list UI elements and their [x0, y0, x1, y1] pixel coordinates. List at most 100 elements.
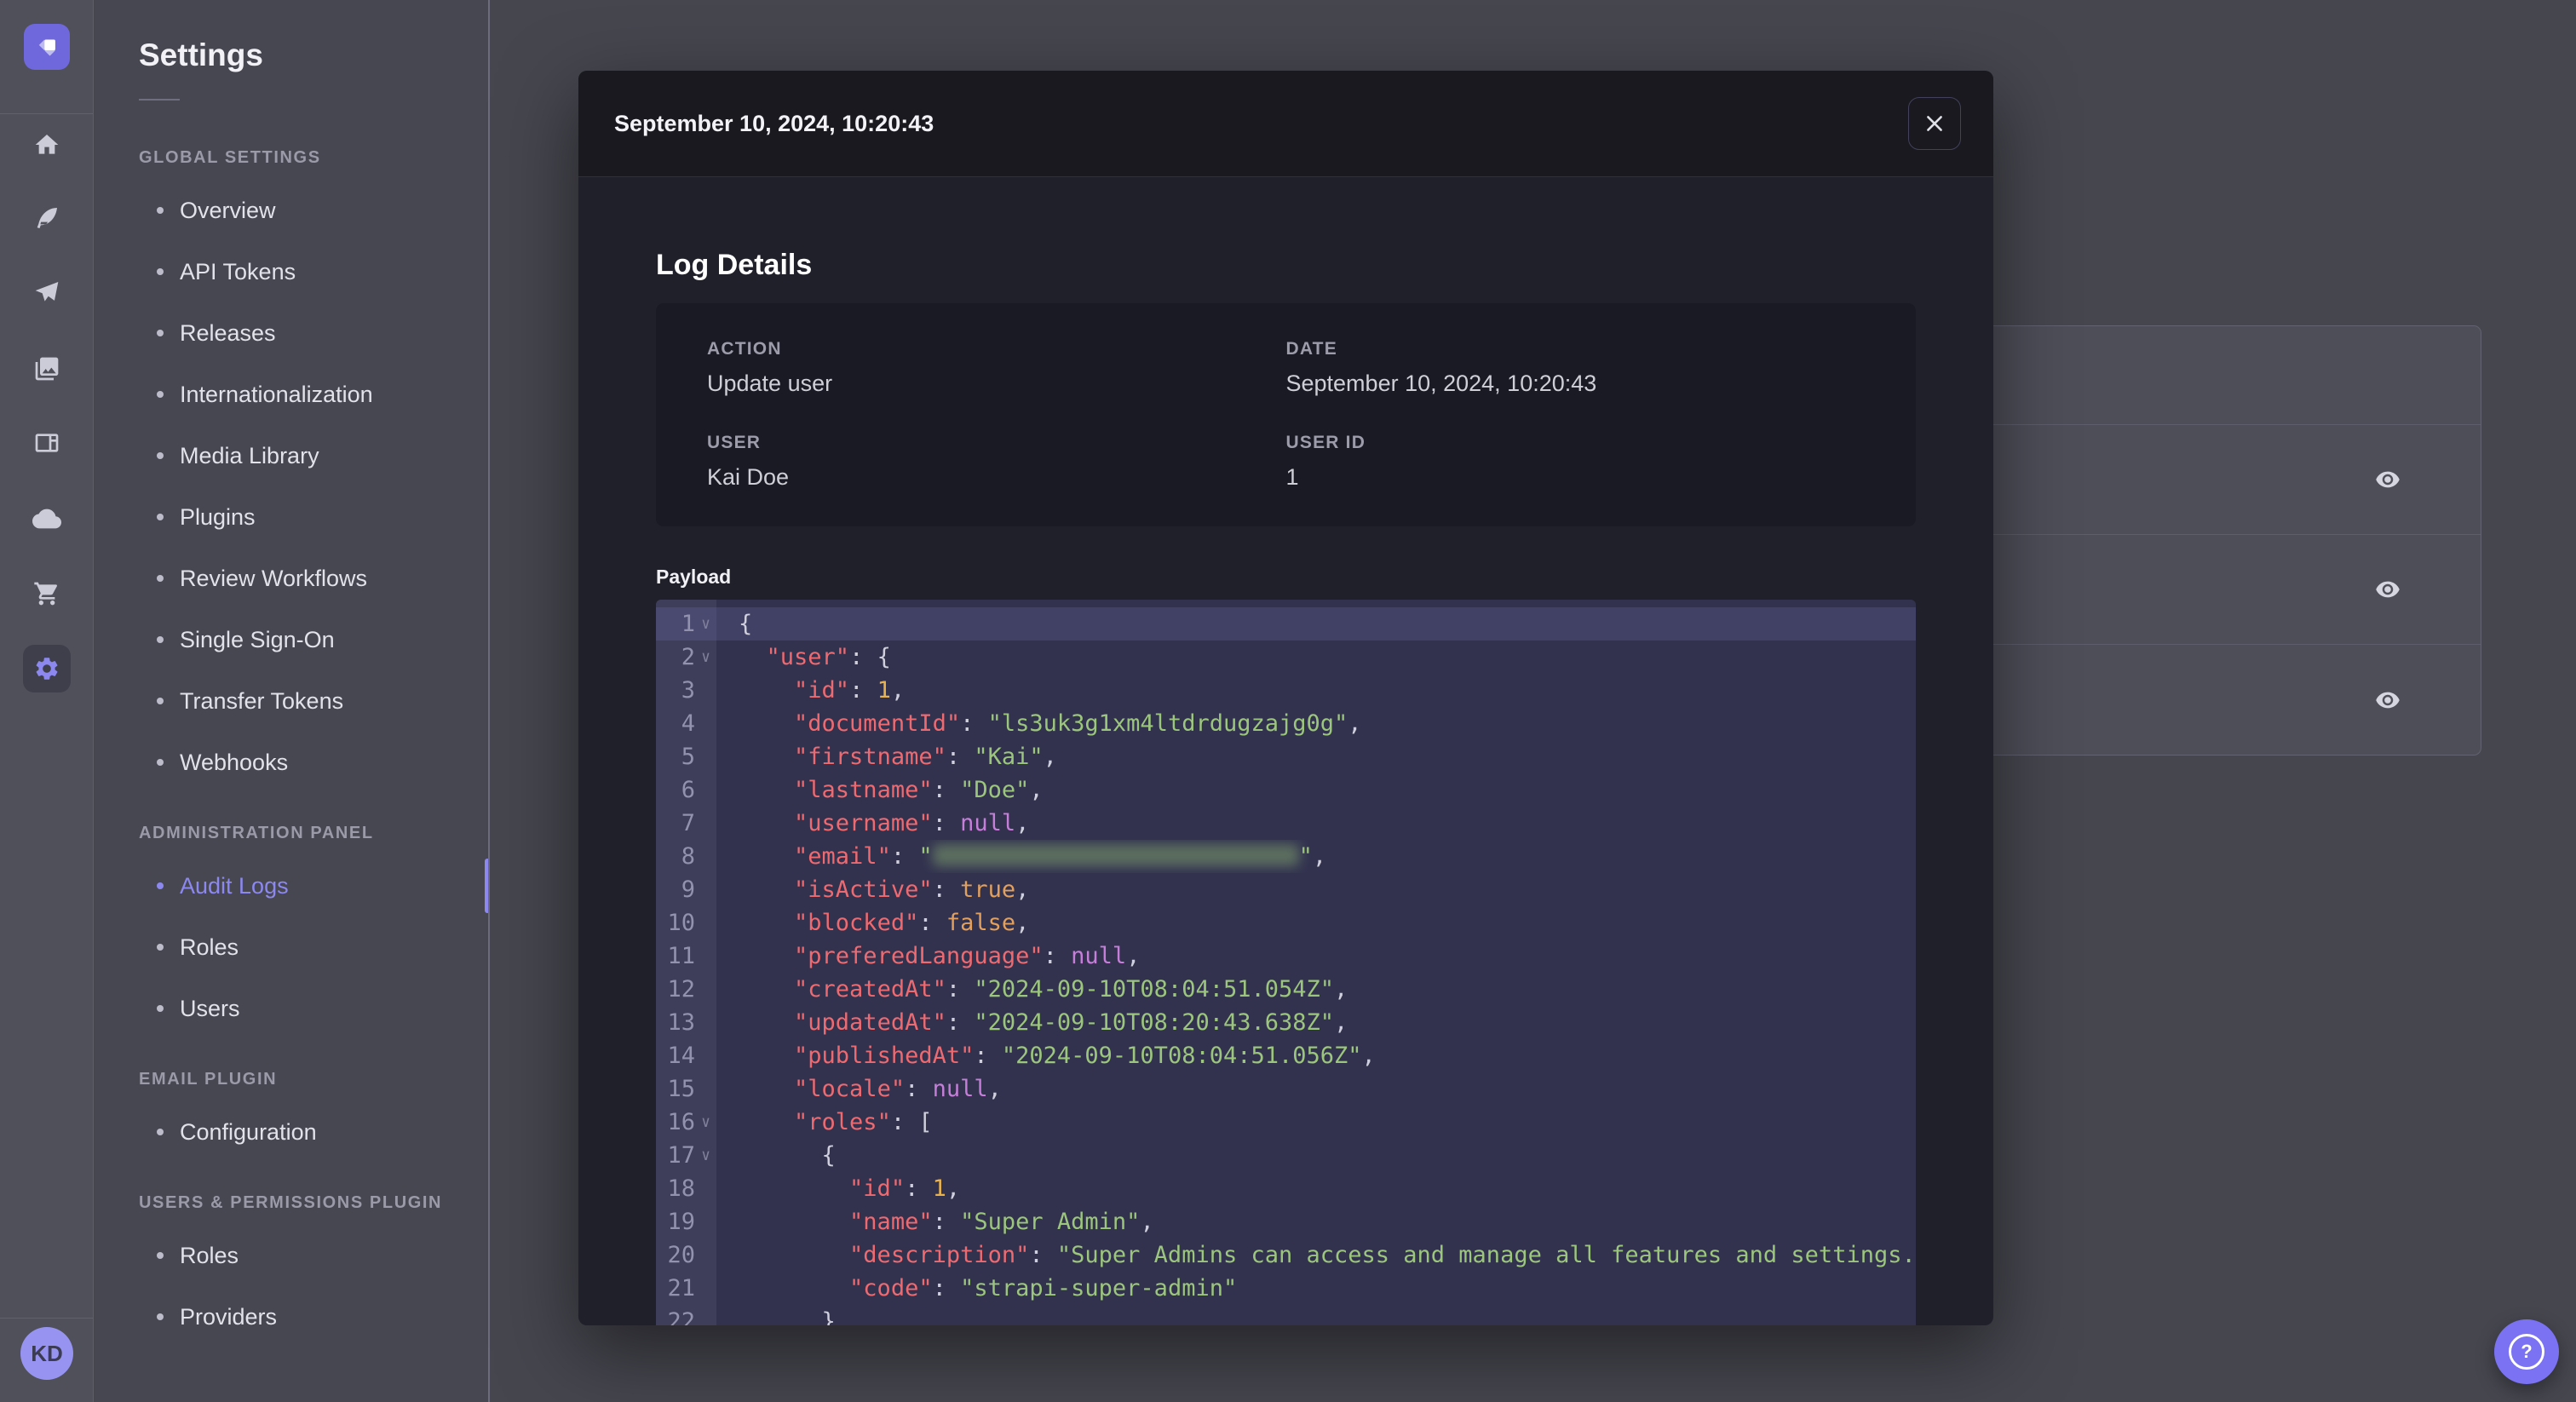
modal-header: September 10, 2024, 10:20:43 [578, 71, 1993, 177]
code-text: "publishedAt": "2024-09-10T08:04:51.056Z… [716, 1039, 1916, 1072]
token-s: "2024-09-10T08:20:43.638Z" [974, 1009, 1334, 1036]
code-line[interactable]: 7 "username": null, [656, 807, 1916, 840]
code-line[interactable]: 8 "email": " ", [656, 840, 1916, 873]
gutter-cell: 4 [656, 707, 716, 740]
sidebar-item-users[interactable]: Users [95, 978, 488, 1039]
sidebar-item-review-workflows[interactable]: Review Workflows [95, 548, 488, 609]
token-s: "Kai" [974, 744, 1044, 770]
code-line[interactable]: 10 "blocked": false, [656, 906, 1916, 939]
sidebar-item-releases[interactable]: Releases [95, 302, 488, 364]
code-line[interactable]: 1 ∨ { [656, 607, 1916, 641]
code-line[interactable]: 22 } [656, 1305, 1916, 1325]
chevron-down-icon[interactable]: ∨ [695, 1139, 716, 1172]
sidebar-item-internationalization[interactable]: Internationalization [95, 364, 488, 425]
code-line[interactable]: 6 "lastname": "Doe", [656, 773, 1916, 807]
gutter-cell: 15 [656, 1072, 716, 1106]
sidebar-item-transfer-tokens[interactable]: Transfer Tokens [95, 670, 488, 732]
home-icon[interactable] [23, 121, 71, 169]
payload-code-viewer[interactable]: 1 ∨ {2 ∨ "user": {3 "id": 1, 4 "documentId":… [656, 600, 1916, 1325]
sidebar-item-api-tokens[interactable]: API Tokens [95, 241, 488, 302]
sidebar-item-label: Internationalization [180, 381, 373, 407]
sidebar-item-roles[interactable]: Roles [95, 916, 488, 978]
nav-section-label: ADMINISTRATION PANEL [139, 824, 374, 842]
sidebar-item-label: Single Sign-On [180, 626, 335, 652]
token-p: : [946, 744, 975, 770]
view-log-button[interactable] [2368, 681, 2407, 720]
title-divider [139, 99, 180, 101]
sidebar-item-webhooks[interactable]: Webhooks [95, 732, 488, 793]
field-value: 1 [1285, 464, 1299, 490]
cloud-icon[interactable] [23, 495, 71, 543]
feather-icon[interactable] [23, 194, 71, 242]
token-p: } [739, 1308, 836, 1325]
code-text: "id": 1, [716, 674, 1916, 707]
view-log-button[interactable] [2368, 460, 2407, 499]
nav-section-label: GLOBAL SETTINGS [139, 148, 321, 167]
code-line[interactable]: 19 "name": "Super Admin", [656, 1205, 1916, 1238]
nav-items: Configuration [95, 1101, 488, 1163]
paper-plane-icon[interactable] [23, 268, 71, 316]
sidebar-item-label: Configuration [180, 1118, 317, 1145]
code-line[interactable]: 13 "updatedAt": "2024-09-10T08:20:43.638… [656, 1006, 1916, 1039]
bullet-icon [157, 452, 164, 459]
view-log-button[interactable] [2368, 570, 2407, 609]
nav-section: USERS & PERMISSIONS PLUGIN Roles Providers [95, 1193, 488, 1347]
token-k: "createdAt" [794, 976, 946, 1003]
sidebar-item-plugins[interactable]: Plugins [95, 486, 488, 548]
sidebar-item-overview[interactable]: Overview [95, 180, 488, 241]
token-p: { [739, 1142, 836, 1169]
gutter-cell: 6 [656, 773, 716, 807]
token-p: : [849, 677, 877, 704]
code-line[interactable]: 3 "id": 1, [656, 674, 1916, 707]
token-k: "firstname" [794, 744, 946, 770]
bullet-icon [157, 1005, 164, 1012]
sidebar-item-media-library[interactable]: Media Library [95, 425, 488, 486]
chevron-down-icon[interactable]: ∨ [695, 641, 716, 674]
log-details-title: Log Details [656, 249, 813, 281]
code-line[interactable]: 15 "locale": null, [656, 1072, 1916, 1106]
token-p [739, 1175, 849, 1202]
sidebar-item-providers[interactable]: Providers [95, 1286, 488, 1347]
code-line[interactable]: 2 ∨ "user": { [656, 641, 1916, 674]
line-number: 21 [667, 1275, 695, 1301]
sidebar-item-configuration[interactable]: Configuration [95, 1101, 488, 1163]
code-line[interactable]: 17 ∨ { [656, 1139, 1916, 1172]
token-p: : [960, 710, 988, 737]
code-line[interactable]: 18 "id": 1, [656, 1172, 1916, 1205]
settings-gear-icon[interactable] [23, 645, 71, 692]
sidebar-item-audit-logs[interactable]: Audit Logs [95, 855, 488, 916]
code-line[interactable]: 4 "documentId": "ls3uk3g1xm4ltdrdugzajg0… [656, 707, 1916, 740]
sidebar-item-roles[interactable]: Roles [95, 1225, 488, 1286]
sidebar-item-label: Roles [180, 934, 239, 960]
help-button[interactable]: ? [2494, 1319, 2559, 1384]
code-line[interactable]: 21 "code": "strapi-super-admin" [656, 1272, 1916, 1305]
chevron-down-icon[interactable]: ∨ [695, 1106, 716, 1139]
field-label: ACTION [707, 339, 782, 359]
cart-icon[interactable] [23, 570, 71, 618]
avatar[interactable]: KD [20, 1327, 73, 1380]
code-line[interactable]: 11 "preferedLanguage": null, [656, 939, 1916, 973]
close-button[interactable] [1908, 97, 1961, 150]
token-p: : [946, 1009, 975, 1036]
token-p: { [739, 611, 753, 637]
layout-icon[interactable] [23, 419, 71, 467]
page-title: Settings [139, 37, 263, 72]
code-line[interactable]: 12 "createdAt": "2024-09-10T08:04:51.054… [656, 973, 1916, 1006]
code-line[interactable]: 16 ∨ "roles": [ [656, 1106, 1916, 1139]
code-line[interactable]: 5 "firstname": "Kai", [656, 740, 1916, 773]
sidebar-item-single-sign-on[interactable]: Single Sign-On [95, 609, 488, 670]
code-line[interactable]: 20 "description": "Super Admins can acce… [656, 1238, 1916, 1272]
strapi-logo[interactable] [24, 24, 70, 70]
code-line[interactable]: 9 "isActive": true, [656, 873, 1916, 906]
media-library-icon[interactable] [23, 345, 71, 393]
chevron-down-icon[interactable]: ∨ [695, 607, 716, 641]
token-n: 1 [932, 1175, 946, 1202]
code-line[interactable]: 14 "publishedAt": "2024-09-10T08:04:51.0… [656, 1039, 1916, 1072]
gutter-cell: 13 [656, 1006, 716, 1039]
